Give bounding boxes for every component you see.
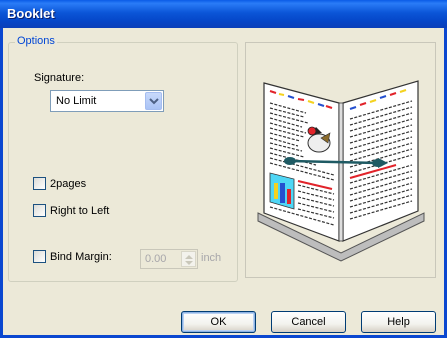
right-to-left-checkbox[interactable] (33, 204, 46, 217)
bind-margin-unit: inch (201, 252, 222, 264)
options-legend: Options (15, 35, 57, 47)
spin-up-icon[interactable] (185, 254, 193, 259)
signature-label: Signature: (34, 72, 85, 84)
signature-value: No Limit (56, 95, 97, 107)
spinner-buttons[interactable] (181, 251, 196, 267)
ok-button[interactable]: OK (181, 311, 256, 333)
help-button[interactable]: Help (361, 311, 436, 333)
title-bar[interactable]: Booklet (0, 0, 447, 28)
two-pages-label: 2pages (50, 178, 87, 190)
bind-margin-spinner[interactable]: 0.00 (140, 249, 198, 269)
cancel-button[interactable]: Cancel (271, 311, 346, 333)
booklet-dialog: Booklet Options Signature: No Limit 2pag… (0, 0, 447, 338)
window-frame-left (0, 28, 3, 338)
spin-down-icon[interactable] (185, 261, 193, 266)
booklet-preview-icon (257, 80, 425, 262)
bind-margin-checkbox[interactable] (33, 250, 46, 263)
chevron-down-icon[interactable] (145, 92, 162, 110)
two-pages-checkbox[interactable] (33, 177, 46, 190)
bind-margin-value: 0.00 (145, 253, 167, 265)
preview-panel (245, 42, 436, 278)
signature-select[interactable]: No Limit (50, 90, 164, 112)
bind-margin-label: Bind Margin: (50, 251, 112, 263)
window-title: Booklet (7, 6, 55, 21)
right-to-left-label: Right to Left (50, 205, 110, 217)
